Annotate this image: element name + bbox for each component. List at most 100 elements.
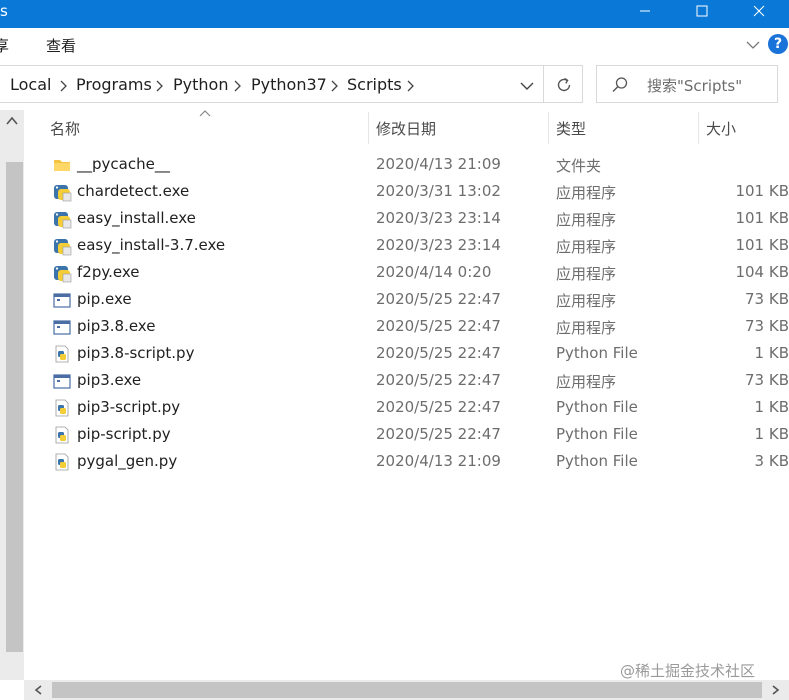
python-exe-icon — [52, 236, 72, 256]
tab-share[interactable]: 享 — [0, 35, 9, 56]
refresh-icon — [557, 77, 571, 92]
refresh-button[interactable] — [548, 70, 580, 100]
horizontal-scrollbar[interactable] — [24, 680, 789, 700]
file-modified-date: 2020/5/25 22:47 — [376, 290, 501, 308]
file-size: 1 KB — [754, 344, 789, 362]
file-row[interactable]: easy_install.exe 2020/3/23 23:14 应用程序 101 K… — [40, 206, 789, 233]
file-type: Python File — [556, 452, 638, 470]
file-type: Python File — [556, 398, 638, 416]
file-modified-date: 2020/5/25 22:47 — [376, 398, 501, 416]
file-size: 3 KB — [754, 452, 789, 470]
breadcrumb-programs[interactable]: Programs — [76, 75, 152, 94]
divider — [543, 66, 544, 102]
file-name: pip-script.py — [77, 425, 171, 443]
file-modified-date: 2020/3/23 23:14 — [376, 236, 501, 254]
folder-icon — [52, 155, 72, 175]
search-input[interactable]: 搜索"Scripts" — [647, 75, 742, 96]
close-button[interactable] — [736, 0, 782, 22]
file-type: 应用程序 — [556, 211, 617, 229]
help-button[interactable]: ? — [768, 34, 788, 54]
file-name: __pycache__ — [77, 155, 170, 173]
file-row[interactable]: pip.exe 2020/5/25 22:47 应用程序 73 KB — [40, 287, 789, 314]
file-modified-date: 2020/3/23 23:14 — [376, 209, 501, 227]
breadcrumb-python[interactable]: Python — [173, 75, 228, 94]
file-modified-date: 2020/5/25 22:47 — [376, 371, 501, 389]
scroll-left-arrow-icon[interactable] — [34, 685, 42, 695]
scrollbar-thumb[interactable] — [6, 162, 23, 652]
window-exe-icon — [52, 317, 72, 337]
column-divider[interactable] — [698, 112, 699, 144]
file-row[interactable]: pip3.exe 2020/5/25 22:47 应用程序 73 KB — [40, 368, 789, 395]
python-file-icon — [52, 425, 72, 445]
file-type: 应用程序 — [556, 238, 617, 256]
breadcrumb-chevron-icon[interactable] — [234, 80, 242, 92]
file-modified-date: 2020/5/25 22:47 — [376, 317, 501, 335]
file-name: chardetect.exe — [77, 182, 190, 200]
file-size: 73 KB — [745, 290, 789, 308]
address-bar[interactable]: Local Programs Python Python37 Scripts — [0, 65, 583, 103]
scrollbar-thumb[interactable] — [52, 682, 762, 698]
python-file-icon — [52, 452, 72, 472]
maximize-button[interactable] — [679, 0, 725, 22]
file-name: pip3-script.py — [77, 398, 181, 416]
file-type: 应用程序 — [556, 373, 617, 391]
file-modified-date: 2020/4/13 21:09 — [376, 155, 501, 173]
column-divider[interactable] — [368, 112, 369, 144]
column-header-type[interactable]: 类型 — [556, 118, 586, 139]
breadcrumb-chevron-icon[interactable] — [156, 80, 164, 92]
breadcrumb-chevron-icon[interactable] — [407, 80, 415, 92]
file-row[interactable]: pip-script.py 2020/5/25 22:47 Python File 1… — [40, 422, 789, 449]
column-header-name[interactable]: 名称 — [50, 118, 80, 139]
file-row[interactable]: chardetect.exe 2020/3/31 13:02 应用程序 101 KB — [40, 179, 789, 206]
breadcrumb-chevron-icon[interactable] — [331, 80, 339, 92]
scroll-up-arrow-icon[interactable] — [6, 116, 18, 126]
breadcrumb-local[interactable]: Local — [10, 75, 51, 94]
breadcrumb-scripts[interactable]: Scripts — [347, 75, 402, 94]
scroll-right-arrow-icon[interactable] — [772, 685, 780, 695]
file-size: 101 KB — [735, 236, 789, 254]
file-type: 应用程序 — [556, 184, 617, 202]
column-divider[interactable] — [548, 112, 549, 144]
python-exe-icon — [52, 182, 72, 202]
file-size: 1 KB — [754, 398, 789, 416]
tab-view[interactable]: 查看 — [46, 35, 76, 56]
column-header-size[interactable]: 大小 — [706, 118, 736, 139]
navigation-pane-scrollbar[interactable] — [0, 110, 24, 680]
file-name: easy_install-3.7.exe — [77, 236, 226, 254]
file-row[interactable]: pip3.8-script.py 2020/5/25 22:47 Python Fi… — [40, 341, 789, 368]
sort-ascending-caret-icon — [199, 110, 211, 117]
search-box[interactable]: 搜索"Scripts" — [596, 65, 778, 103]
file-row[interactable]: pip3-script.py 2020/5/25 22:47 Python File… — [40, 395, 789, 422]
column-header-date[interactable]: 修改日期 — [376, 118, 436, 139]
file-row[interactable]: __pycache__ 2020/4/13 21:09 文件夹 — [40, 152, 789, 179]
file-size: 104 KB — [735, 263, 789, 281]
breadcrumb-python37[interactable]: Python37 — [251, 75, 327, 94]
minimize-icon — [640, 10, 650, 12]
file-row[interactable]: easy_install-3.7.exe 2020/3/23 23:14 应用程序 1… — [40, 233, 789, 260]
file-type: 文件夹 — [556, 157, 602, 175]
breadcrumb-chevron-icon[interactable] — [60, 80, 68, 92]
address-history-dropdown[interactable] — [512, 74, 542, 98]
file-modified-date: 2020/4/13 21:09 — [376, 452, 501, 470]
file-name: pip.exe — [77, 290, 132, 308]
python-exe-icon — [52, 209, 72, 229]
chevron-down-icon — [520, 82, 534, 90]
minimize-button[interactable] — [622, 0, 668, 22]
ribbon-expand-chevron-icon[interactable] — [746, 40, 760, 50]
file-modified-date: 2020/4/14 0:20 — [376, 263, 492, 281]
file-size: 1 KB — [754, 425, 789, 443]
window-title: s — [0, 2, 8, 20]
file-type: 应用程序 — [556, 319, 617, 337]
file-modified-date: 2020/5/25 22:47 — [376, 425, 501, 443]
file-name: pygal_gen.py — [77, 452, 178, 470]
file-name: pip3.exe — [77, 371, 142, 389]
file-row[interactable]: pygal_gen.py 2020/4/13 21:09 Python File 3 … — [40, 449, 789, 476]
maximize-icon — [696, 5, 708, 17]
file-row[interactable]: f2py.exe 2020/4/14 0:20 应用程序 104 KB — [40, 260, 789, 287]
file-type: Python File — [556, 425, 638, 443]
search-icon — [612, 77, 628, 92]
file-type: Python File — [556, 344, 638, 362]
file-row[interactable]: pip3.8.exe 2020/5/25 22:47 应用程序 73 KB — [40, 314, 789, 341]
address-row: Local Programs Python Python37 Scripts 搜… — [0, 63, 789, 105]
window-exe-icon — [52, 290, 72, 310]
